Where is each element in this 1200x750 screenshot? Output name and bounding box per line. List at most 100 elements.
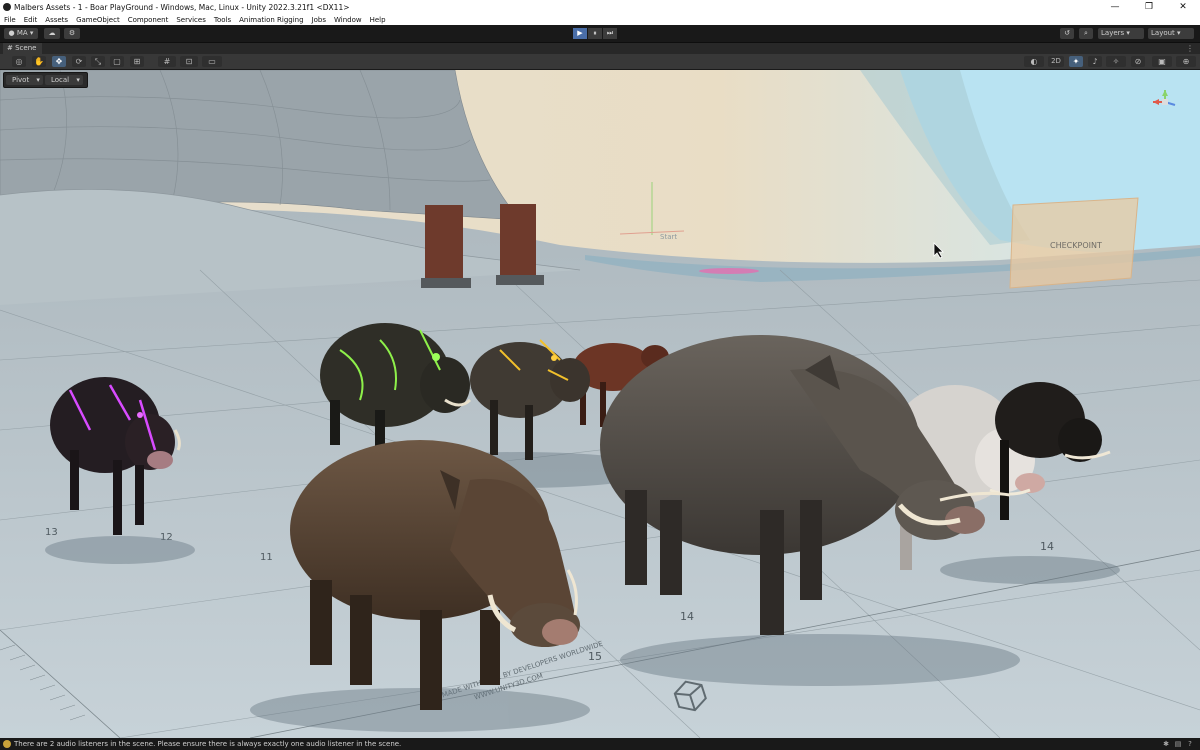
- collab-button[interactable]: ⚙: [64, 28, 80, 39]
- warning-icon: [3, 740, 11, 748]
- layout-label: Layout: [1151, 29, 1175, 37]
- scene-tab-bar: # Scene ⋮: [0, 43, 1200, 54]
- move-tool-button[interactable]: ✥: [52, 56, 66, 67]
- history-icon: ↺: [1064, 29, 1070, 37]
- rect-icon: ▢: [113, 57, 121, 66]
- ruler-icon: ▭: [208, 57, 216, 66]
- pivot-label: Pivot: [9, 76, 33, 84]
- scene-render: MADE WITH LOVE BY DEVELOPERS WORLDWIDE W…: [0, 70, 1200, 738]
- maximize-button[interactable]: ❐: [1132, 0, 1166, 14]
- shading-icon: ◐: [1030, 57, 1038, 66]
- bug-icon[interactable]: ✱: [1160, 738, 1172, 750]
- status-icons: ✱ ▤ ?: [1160, 738, 1196, 750]
- audio-toggle-button[interactable]: ♪: [1088, 56, 1102, 67]
- status-bar: There are 2 audio listeners in the scene…: [0, 738, 1200, 750]
- transform-tool-button[interactable]: ⊞: [130, 56, 144, 67]
- effects-dropdown[interactable]: ✧: [1106, 56, 1126, 67]
- kebab-menu-icon[interactable]: ⋮: [1186, 43, 1194, 54]
- menu-gameobject[interactable]: GameObject: [72, 16, 124, 24]
- account-label: MA: [16, 29, 28, 37]
- close-button[interactable]: ✕: [1166, 0, 1200, 14]
- history-button[interactable]: ↺: [1060, 28, 1074, 39]
- ruler-number-15: 15: [588, 650, 602, 663]
- shading-mode-dropdown[interactable]: ◐: [1024, 56, 1044, 67]
- unity-logo-icon: [3, 3, 11, 11]
- camera-dropdown[interactable]: ▣: [1152, 56, 1172, 67]
- menu-edit[interactable]: Edit: [20, 16, 42, 24]
- cloud-button[interactable]: ☁: [44, 28, 60, 39]
- menu-tools[interactable]: Tools: [210, 16, 235, 24]
- hand-tool-button[interactable]: ✋: [32, 56, 46, 67]
- cloud-icon: ☁: [48, 29, 56, 37]
- account-icon: ●: [8, 29, 15, 37]
- visibility-icon: ⊘: [1134, 57, 1142, 66]
- toggle-2d-label: 2D: [1051, 57, 1061, 65]
- rotate-tool-button[interactable]: ⟳: [72, 56, 86, 67]
- hand-icon: ✋: [34, 57, 44, 66]
- progress-icon[interactable]: ▤: [1172, 738, 1184, 750]
- grid-snap-dropdown[interactable]: #: [158, 56, 176, 67]
- menu-bar: File Edit Assets GameObject Component Se…: [0, 14, 1200, 25]
- transform-icon: ⊞: [133, 57, 141, 66]
- scene-tools-strip: ◎ ✋ ✥ ⟳ ⤡ ▢ ⊞ # ⊡ ▭ ◐ 2D ✦ ♪ ✧ ⊘ ▣ ⊕: [0, 54, 1200, 70]
- toggle-2d-button[interactable]: 2D: [1048, 56, 1064, 67]
- spawn-point-marker: [699, 268, 759, 274]
- tab-scene[interactable]: # Scene: [3, 43, 43, 54]
- main-toolbar: ● MA ▾ ☁ ⚙ ▶ ⏸ ⏭ ↺ ⌕ Layers ▾ Layout ▾: [0, 25, 1200, 43]
- console-warning-message[interactable]: There are 2 audio listeners in the scene…: [0, 740, 401, 748]
- ruler-number-11: 11: [260, 552, 273, 563]
- layers-dropdown[interactable]: Layers ▾: [1098, 28, 1144, 39]
- rect-tool-button[interactable]: ▢: [110, 56, 124, 67]
- camera-icon: ▣: [1158, 57, 1166, 66]
- pivot-dropdown[interactable]: Pivot ▾: [6, 75, 43, 85]
- menu-jobs[interactable]: Jobs: [308, 16, 330, 24]
- step-button[interactable]: ⏭: [603, 28, 617, 39]
- lightbulb-icon: ✦: [1072, 57, 1080, 66]
- window-title: Malbers Assets - 1 - Boar PlayGround - W…: [14, 2, 350, 12]
- menu-animation-rigging[interactable]: Animation Rigging: [235, 16, 307, 24]
- tool-handle-overlay: Pivot ▾ Local ▾: [3, 72, 88, 88]
- minimize-button[interactable]: —: [1098, 0, 1132, 14]
- hash-icon: #: [7, 44, 13, 52]
- ruler-dropdown[interactable]: ▭: [202, 56, 222, 67]
- snap-increment-dropdown[interactable]: ⊡: [180, 56, 198, 67]
- snap-icon: ⊡: [185, 57, 193, 66]
- hidden-objects-button[interactable]: ⊘: [1131, 56, 1145, 67]
- ruler-number-13: 13: [45, 527, 58, 538]
- scene-viewport[interactable]: MADE WITH LOVE BY DEVELOPERS WORLDWIDE W…: [0, 70, 1200, 738]
- layers-label: Layers: [1101, 29, 1125, 37]
- menu-file[interactable]: File: [0, 16, 20, 24]
- checkpoint-trigger: CHECKPOINT: [1009, 197, 1139, 289]
- title-bar: Malbers Assets - 1 - Boar PlayGround - W…: [0, 0, 1200, 14]
- effects-icon: ✧: [1112, 57, 1120, 66]
- menu-assets[interactable]: Assets: [41, 16, 72, 24]
- play-controls: ▶ ⏸ ⏭: [573, 28, 618, 39]
- audio-icon: ♪: [1092, 57, 1098, 66]
- menu-window[interactable]: Window: [330, 16, 366, 24]
- local-label: Local: [47, 76, 73, 84]
- move-icon: ✥: [55, 57, 63, 66]
- scale-tool-button[interactable]: ⤡: [91, 56, 105, 67]
- ruler-number-14b: 14: [1040, 540, 1054, 553]
- play-button[interactable]: ▶: [573, 28, 587, 39]
- menu-services[interactable]: Services: [172, 16, 210, 24]
- pause-button[interactable]: ⏸: [588, 28, 602, 39]
- search-icon: ⌕: [1084, 29, 1088, 37]
- local-dropdown[interactable]: Local ▾: [44, 75, 83, 85]
- gear-icon: ⚙: [68, 29, 76, 37]
- view-icon: ◎: [15, 57, 23, 66]
- tab-scene-label: Scene: [15, 44, 37, 52]
- rotate-icon: ⟳: [75, 57, 83, 66]
- start-label: Start: [660, 233, 677, 241]
- scale-icon: ⤡: [94, 57, 102, 66]
- menu-component[interactable]: Component: [124, 16, 173, 24]
- lighting-toggle-button[interactable]: ✦: [1069, 56, 1083, 67]
- account-dropdown[interactable]: ● MA ▾: [4, 28, 38, 39]
- checkpoint-label: CHECKPOINT: [1050, 241, 1102, 250]
- view-tool-button[interactable]: ◎: [12, 56, 26, 67]
- layout-dropdown[interactable]: Layout ▾: [1148, 28, 1194, 39]
- gizmos-dropdown[interactable]: ⊕: [1176, 56, 1196, 67]
- search-button[interactable]: ⌕: [1079, 28, 1093, 39]
- menu-help[interactable]: Help: [366, 16, 390, 24]
- help-icon[interactable]: ?: [1184, 738, 1196, 750]
